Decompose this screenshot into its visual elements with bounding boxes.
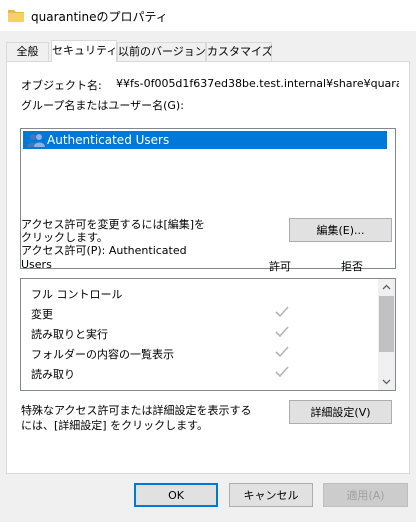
- permission-name: フォルダーの内容の一覧表示: [31, 348, 174, 361]
- permission-name: フル コントロール: [31, 288, 123, 301]
- object-name-value: ¥¥fs-0f005d1f637ed38be.test.internal¥sha…: [116, 77, 399, 90]
- folder-icon: [8, 10, 24, 22]
- users-group-icon: [27, 134, 45, 147]
- edit-button[interactable]: 編集(E)...: [289, 218, 392, 242]
- window-title: quarantineのプロパティ: [31, 10, 168, 24]
- scroll-thumb[interactable]: [379, 296, 394, 352]
- tab-strip: 全般 セキュリティ 以前のバージョン カスタマイズ: [0, 40, 416, 62]
- group-list-label: グループ名またはユーザー名(G):: [21, 99, 184, 112]
- permission-name: 読み取り: [31, 368, 75, 381]
- permission-row: フォルダーの内容の一覧表示: [31, 343, 371, 363]
- check-icon: [275, 306, 289, 318]
- permissions-list[interactable]: フル コントロール 変更 読み取りと実行 フォルダーの内容の一覧表示 読み取り: [20, 278, 396, 391]
- tab-general[interactable]: 全般: [6, 42, 49, 61]
- user-name: Authenticated Users: [47, 133, 170, 147]
- chevron-up-icon: [382, 284, 391, 290]
- tab-previous-versions[interactable]: 以前のバージョン: [117, 42, 206, 61]
- permission-name: 読み取りと実行: [31, 328, 108, 341]
- object-name-label: オブジェクト名:: [21, 79, 102, 92]
- check-icon: [275, 346, 289, 358]
- tab-security[interactable]: セキュリティ: [51, 40, 117, 62]
- list-item-authenticated-users[interactable]: Authenticated Users: [23, 131, 387, 149]
- permissions-label: アクセス許可(P): Authenticated Users: [21, 244, 187, 271]
- apply-button[interactable]: 適用(A): [323, 483, 408, 507]
- allow-column-header: 許可: [269, 260, 291, 273]
- title-bar: quarantineのプロパティ: [0, 0, 416, 31]
- advanced-hint-line2: には、[詳細設定] をクリックします。: [21, 419, 208, 432]
- change-permission-hint: アクセス許可を変更するには[編集]を クリックします。: [21, 218, 206, 244]
- cancel-button[interactable]: キャンセル: [229, 483, 313, 507]
- permission-row: 読み取りと実行: [31, 323, 371, 343]
- deny-column-header: 拒否: [341, 260, 363, 273]
- scroll-down-button[interactable]: [378, 373, 395, 390]
- permission-name: 変更: [31, 308, 53, 321]
- check-icon: [275, 326, 289, 338]
- ok-button[interactable]: OK: [134, 483, 218, 507]
- check-icon: [275, 366, 289, 378]
- permission-row: 読み取り: [31, 363, 371, 383]
- vertical-scrollbar[interactable]: [378, 279, 395, 390]
- tab-customize[interactable]: カスタマイズ: [206, 42, 273, 61]
- permission-row: 変更: [31, 303, 371, 323]
- permission-row: フル コントロール: [31, 283, 371, 303]
- scroll-up-button[interactable]: [378, 279, 395, 296]
- advanced-hint-line1: 特殊なアクセス許可または詳細設定を表示する: [21, 404, 252, 417]
- chevron-down-icon: [382, 379, 391, 385]
- advanced-button[interactable]: 詳細設定(V): [289, 400, 392, 424]
- security-panel: オブジェクト名: ¥¥fs-0f005d1f637ed38be.test.int…: [6, 61, 410, 474]
